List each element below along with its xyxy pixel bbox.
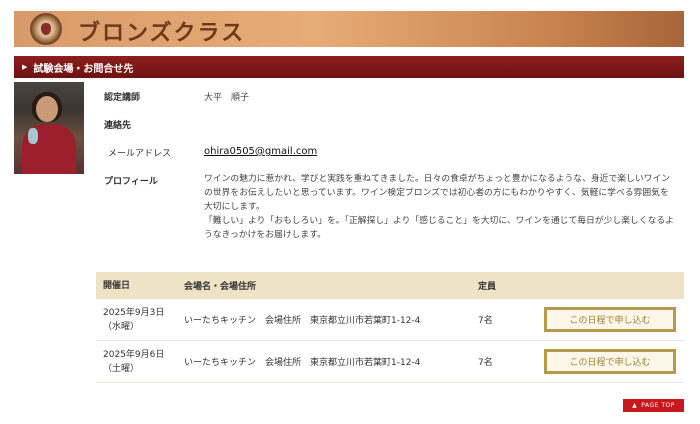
- apply-button[interactable]: この日程で申し込む: [544, 349, 676, 374]
- instructor-label: 認定講師: [104, 93, 141, 103]
- row-date: 2025年9月6日 （土曜）: [96, 348, 184, 376]
- triangle-up-icon: ▲: [632, 402, 638, 409]
- page-header: ブロンズクラス: [14, 11, 684, 47]
- page-title: ブロンズクラス: [78, 21, 246, 46]
- profile-label: プロフィール: [104, 177, 158, 187]
- instructor-name: 大平 順子: [204, 93, 250, 103]
- row-venue: いーたちキッチン 会場住所 東京都立川市若葉町1-12-4: [184, 316, 421, 326]
- profile-text: ワインの魅力に惹かれ、学びと実践を重ねてきました。日々の食卓がちょっと豊かになる…: [204, 172, 676, 242]
- profile-paragraph: ワインの魅力に惹かれ、学びと実践を重ねてきました。日々の食卓がちょっと豊かになる…: [204, 174, 671, 212]
- page-top-label: PAGE TOP: [641, 402, 675, 409]
- row-date: 2025年9月3日 （水曜）: [96, 306, 184, 334]
- table-header: 開催日 会場名・会場住所 定員: [96, 272, 684, 299]
- logo-icon: [30, 13, 62, 45]
- row-capacity: 7名: [478, 316, 493, 326]
- weekday-text: （水曜）: [103, 321, 140, 332]
- header-date: 開催日: [103, 280, 131, 291]
- apply-button[interactable]: この日程で申し込む: [544, 307, 676, 332]
- email-label: メールアドレス: [108, 149, 172, 159]
- section-bar: ▶ 試験会場・お問合せ先: [14, 56, 684, 78]
- schedule-table: 開催日 会場名・会場住所 定員 2025年9月3日 （水曜） いーたちキッチン …: [96, 272, 684, 383]
- contact-label: 連絡先: [104, 121, 132, 131]
- row-capacity: 7名: [478, 358, 493, 368]
- table-row: 2025年9月3日 （水曜） いーたちキッチン 会場住所 東京都立川市若葉町1-…: [96, 299, 684, 341]
- weekday-text: （土曜）: [103, 363, 140, 374]
- table-row: 2025年9月6日 （土曜） いーたちキッチン 会場住所 東京都立川市若葉町1-…: [96, 341, 684, 383]
- row-venue: いーたちキッチン 会場住所 東京都立川市若葉町1-12-4: [184, 358, 421, 368]
- profile-paragraph: 「難しい」より「おもしろい」を。「正解探し」より「感じること」を大切に、ワインを…: [204, 216, 675, 240]
- date-text: 2025年9月3日: [103, 307, 165, 318]
- triangle-right-icon: ▶: [22, 63, 28, 71]
- row-action: この日程で申し込む: [536, 307, 684, 332]
- date-text: 2025年9月6日: [103, 349, 165, 360]
- email-link[interactable]: ohira0505@gmail.com: [204, 146, 317, 157]
- section-title: 試験会場・お問合せ先: [33, 63, 134, 75]
- instructor-photo: [14, 82, 84, 174]
- header-venue: 会場名・会場住所: [184, 282, 257, 292]
- header-capacity: 定員: [478, 282, 497, 292]
- page-top-button[interactable]: ▲ PAGE TOP: [623, 399, 684, 412]
- row-action: この日程で申し込む: [536, 349, 684, 374]
